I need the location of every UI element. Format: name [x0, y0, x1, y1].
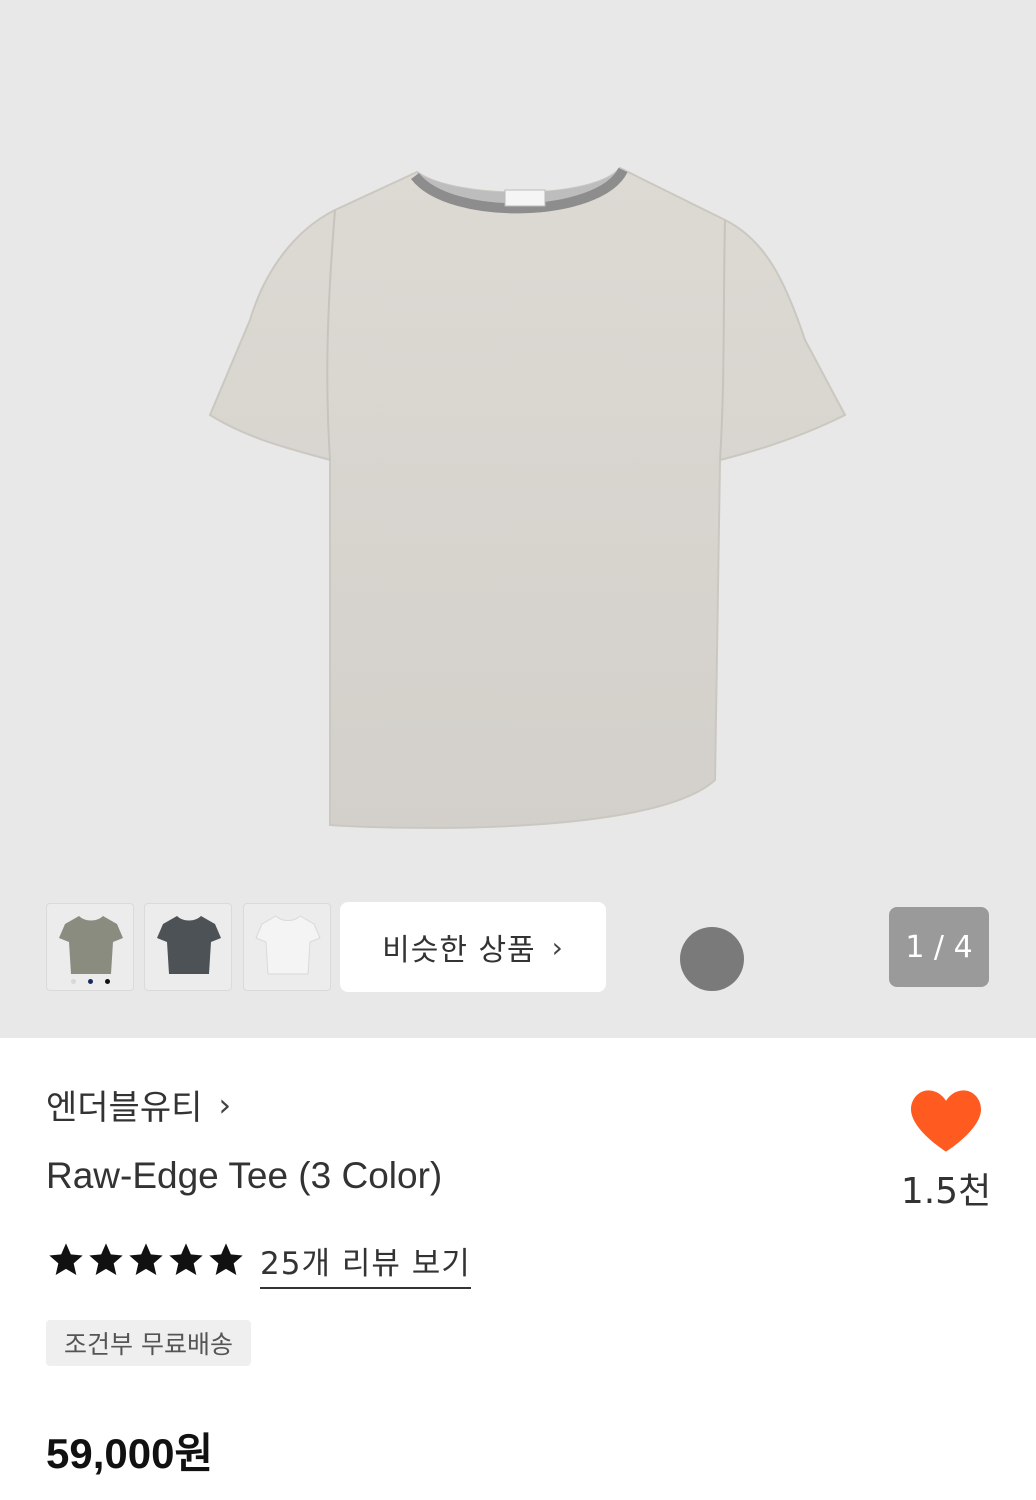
similar-products-label: 비슷한 상품	[382, 933, 536, 968]
product-image-gallery[interactable]: 비슷한 상품 › 1 / 4	[0, 0, 1036, 1038]
thumbnail-white[interactable]	[243, 903, 331, 991]
shipping-badge: 조건부 무료배송	[46, 1320, 251, 1366]
brand-name: 엔더블유티	[46, 1088, 203, 1128]
star-icon	[169, 1243, 203, 1275]
tee-thumb-icon	[255, 915, 321, 975]
like-button[interactable]: 1.5천	[900, 1090, 992, 1214]
reviews-link[interactable]: 25개 리뷰 보기	[260, 1238, 471, 1289]
product-price: 59,000원	[46, 1430, 214, 1477]
floating-indicator	[680, 927, 744, 991]
thumbnail-olive[interactable]	[46, 903, 134, 991]
chevron-right-icon: ›	[218, 1085, 232, 1124]
star-icon	[209, 1243, 243, 1275]
like-count: 1.5천	[900, 1171, 992, 1212]
star-icon	[129, 1243, 163, 1275]
tee-thumb-icon	[59, 916, 123, 974]
color-dot-navy	[87, 979, 93, 984]
tee-thumb-icon	[157, 916, 221, 974]
star-icon	[89, 1243, 123, 1275]
thumbnail-charcoal[interactable]	[144, 903, 232, 991]
star-icon	[49, 1243, 83, 1275]
product-tee-image	[208, 166, 847, 829]
chevron-right-icon: ›	[551, 930, 564, 964]
image-counter: 1 / 4	[889, 907, 989, 987]
brand-link[interactable]: 엔더블유티 ›	[46, 1080, 231, 1129]
heart-icon	[911, 1090, 981, 1152]
color-dot-black	[104, 979, 110, 984]
color-dot-light	[70, 979, 76, 984]
similar-products-button[interactable]: 비슷한 상품 ›	[340, 902, 606, 992]
color-dots	[47, 979, 133, 984]
rating-stars	[46, 1240, 246, 1280]
product-title: Raw-Edge Tee (3 Color)	[46, 1155, 443, 1196]
